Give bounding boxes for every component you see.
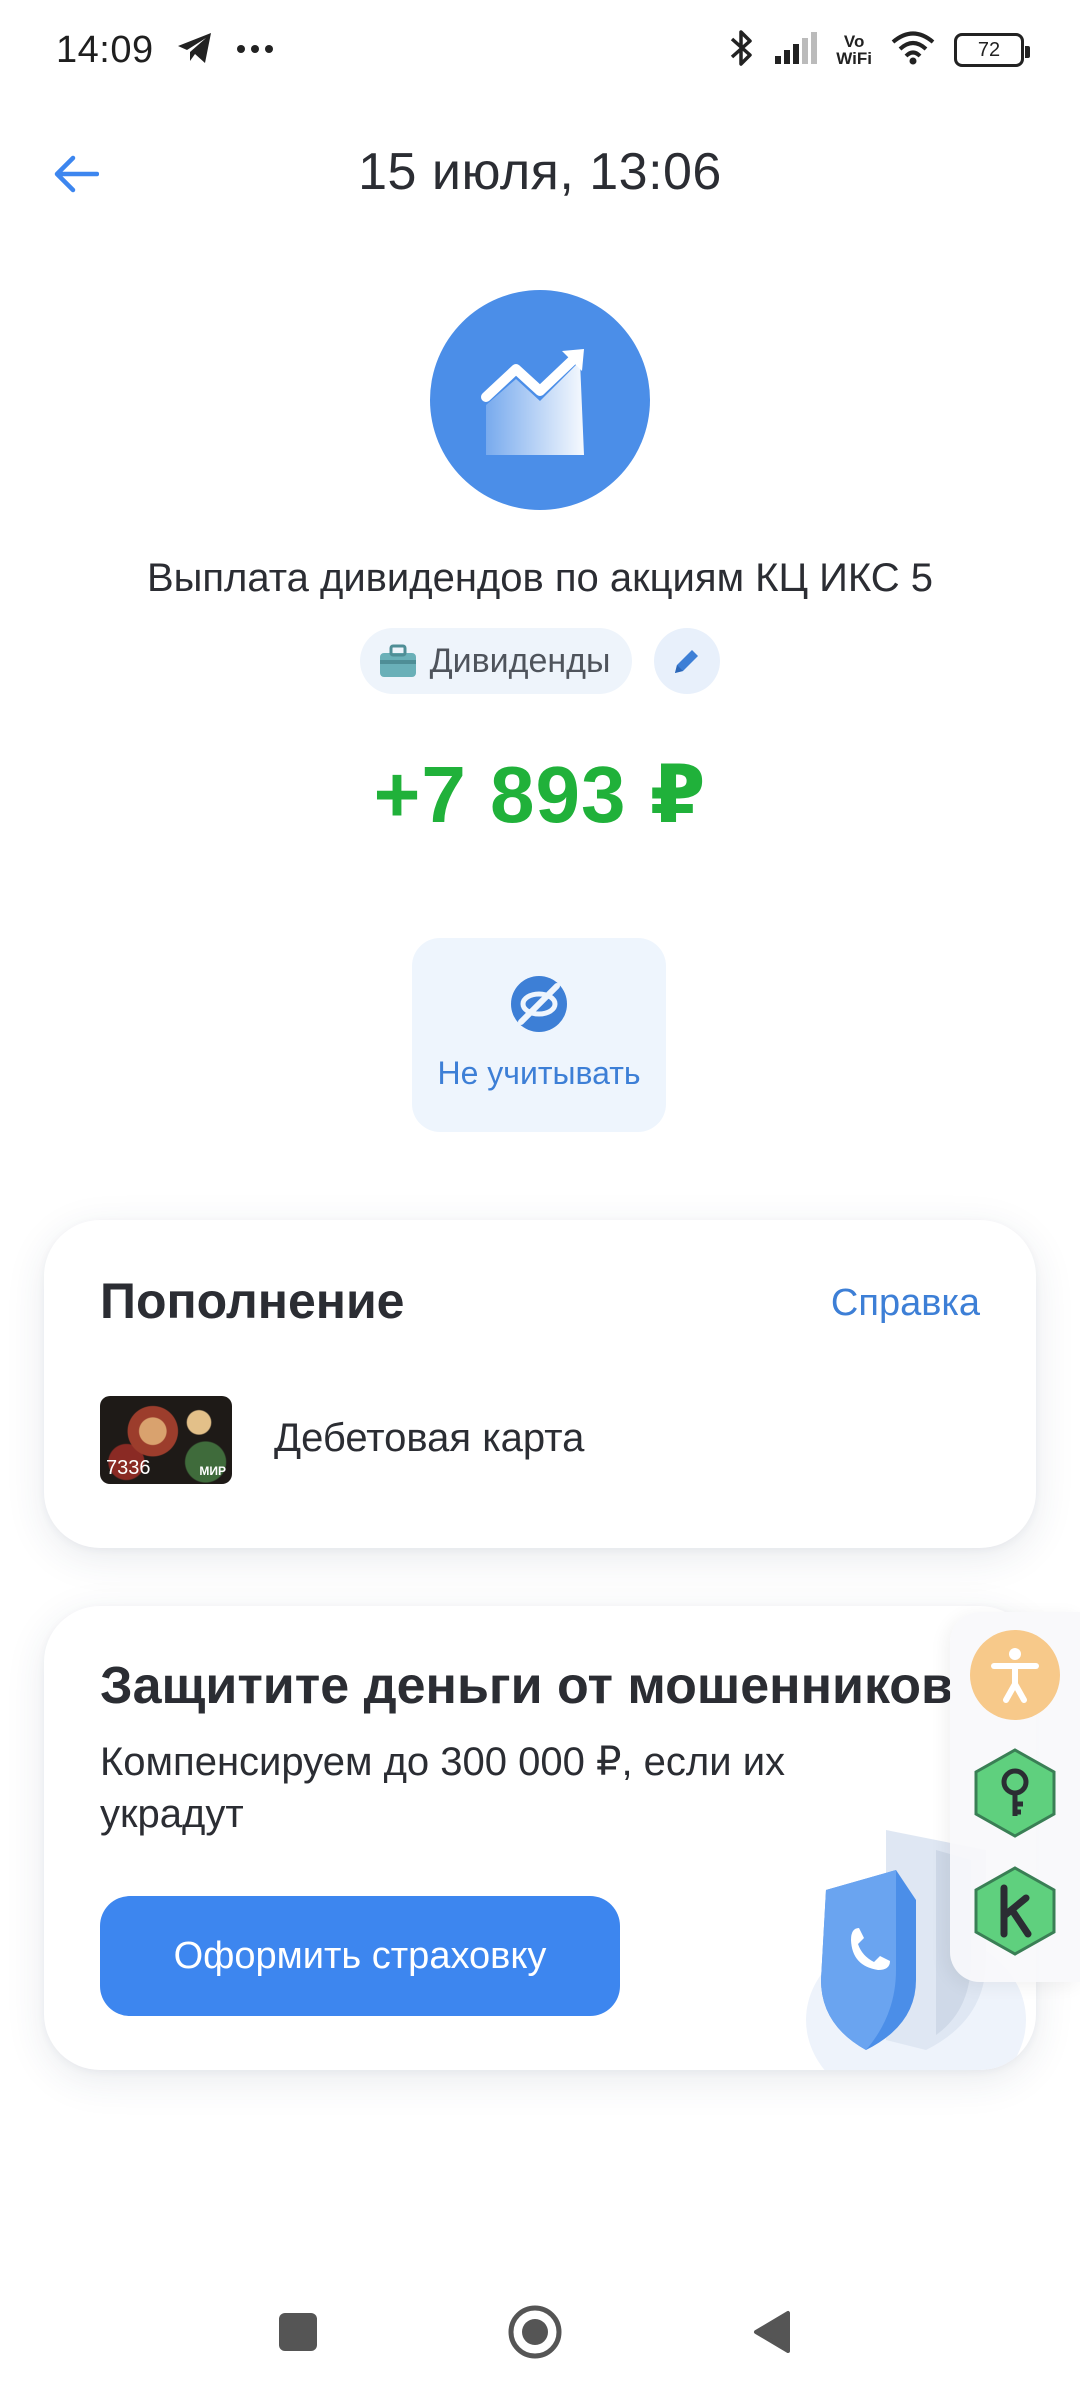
kaspersky-button[interactable] bbox=[968, 1864, 1062, 1958]
edit-category-button[interactable] bbox=[654, 628, 721, 694]
category-chip[interactable]: Дивиденды bbox=[359, 628, 633, 694]
home-circle-icon bbox=[508, 2305, 562, 2359]
nav-back-button[interactable] bbox=[742, 2302, 802, 2362]
battery-icon: 72 bbox=[954, 33, 1030, 67]
more-dots-icon bbox=[236, 41, 274, 59]
accessibility-icon bbox=[970, 1630, 1060, 1720]
system-nav-bar bbox=[0, 2280, 1080, 2380]
card-number: 7336 bbox=[106, 1457, 151, 1479]
topup-title: Пополнение bbox=[100, 1273, 405, 1329]
key-button[interactable] bbox=[968, 1746, 1062, 1840]
accessibility-button[interactable] bbox=[968, 1628, 1062, 1722]
eye-off-icon bbox=[507, 972, 571, 1041]
recents-square-icon bbox=[279, 2313, 317, 2351]
home-button[interactable] bbox=[505, 2302, 565, 2362]
exclude-button[interactable]: Не учитывать bbox=[412, 938, 666, 1132]
back-triangle-icon bbox=[754, 2311, 790, 2353]
mir-logo: МИР bbox=[199, 1464, 226, 1478]
operation-icon bbox=[430, 290, 650, 510]
bluetooth-icon bbox=[728, 28, 756, 73]
vowifi-top: Vo bbox=[843, 32, 865, 51]
signal-icon bbox=[774, 31, 818, 69]
wifi-icon bbox=[890, 31, 936, 70]
status-bar-right: Vo WiFi 72 bbox=[728, 28, 1030, 73]
header: 15 июля, 13:06 bbox=[0, 120, 1080, 220]
card-thumbnail[interactable]: 7336 МИР bbox=[100, 1396, 232, 1484]
page-title: 15 июля, 13:06 bbox=[358, 143, 722, 201]
get-insurance-button[interactable]: Оформить страховку bbox=[100, 1896, 620, 2016]
topup-card: Пополнение Справка 7336 МИР Дебетовая ка… bbox=[44, 1220, 1036, 1548]
insurance-title: Защитите деньги от мошенников bbox=[100, 1657, 954, 1715]
growth-chart-icon bbox=[481, 349, 584, 455]
help-link[interactable]: Справка bbox=[831, 1282, 980, 1325]
kaspersky-icon bbox=[974, 1866, 1056, 1956]
exclude-label: Не учитывать bbox=[437, 1055, 641, 1091]
pencil-icon bbox=[675, 650, 699, 673]
vowifi-icon: Vo WiFi bbox=[836, 33, 872, 67]
floating-shortcuts-panel bbox=[950, 1612, 1080, 1982]
telegram-icon bbox=[176, 31, 214, 70]
insurance-subtitle: Компенсируем до 300 000 ₽, если их украд… bbox=[100, 1740, 786, 1836]
category-label: Дивиденды bbox=[429, 641, 611, 680]
category-row: Дивиденды bbox=[0, 628, 1080, 694]
recents-button[interactable] bbox=[268, 2302, 328, 2362]
briefcase-icon bbox=[379, 644, 416, 677]
status-bar: 14:09 Vo WiFi 72 bbox=[0, 0, 1080, 100]
status-bar-left: 14:09 bbox=[56, 29, 274, 72]
operation-amount: +7 893 ₽ bbox=[373, 750, 707, 839]
status-time: 14:09 bbox=[56, 28, 154, 71]
key-icon bbox=[974, 1748, 1056, 1838]
insurance-card: Защитите деньги от мошенников Компенсиру… bbox=[44, 1606, 1036, 2070]
card-name[interactable]: Дебетовая карта bbox=[274, 1416, 584, 1461]
operation-description: Выплата дивидендов по акциям КЦ ИКС 5 bbox=[146, 556, 934, 600]
vowifi-bottom: WiFi bbox=[836, 49, 872, 68]
